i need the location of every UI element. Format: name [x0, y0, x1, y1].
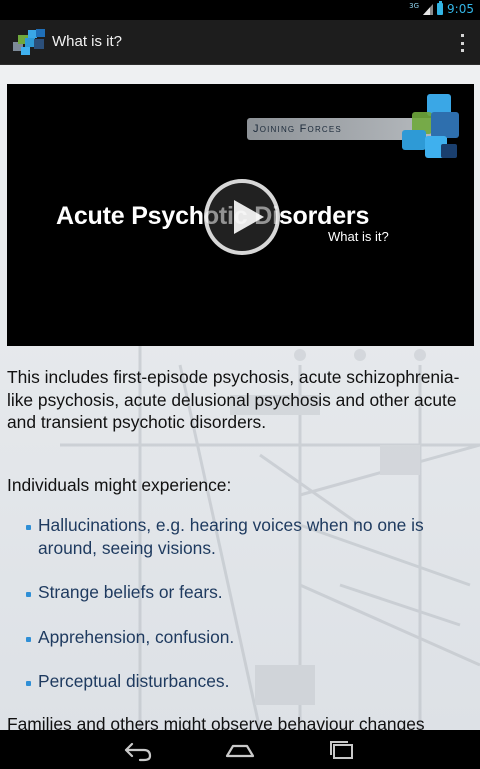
bullet-icon	[26, 525, 31, 530]
list-item: Apprehension, confusion.	[26, 626, 474, 649]
list-item: Perceptual disturbances.	[26, 670, 474, 693]
list-item: Hallucinations, e.g. hearing voices when…	[26, 514, 474, 559]
joining-forces-squares-icon	[402, 94, 459, 158]
clock: 9:05	[447, 2, 474, 16]
screen-title: What is it?	[52, 33, 123, 50]
signal-strength-icon	[423, 3, 434, 15]
battery-icon	[437, 1, 444, 15]
bullet-icon	[26, 681, 31, 686]
list-item-text: Apprehension, confusion.	[38, 626, 235, 647]
back-icon[interactable]	[118, 736, 158, 764]
list-item: Strange beliefs or fears.	[26, 581, 474, 604]
bullet-icon	[26, 592, 31, 597]
navigation-bar	[0, 730, 480, 769]
intro-paragraph: This includes first-episode psychosis, a…	[7, 367, 460, 432]
list-item-text: Hallucinations, e.g. hearing voices when…	[38, 515, 424, 558]
status-icons: 3G 9:05	[409, 1, 474, 16]
joining-forces-logo-icon[interactable]	[12, 28, 46, 56]
symptom-list: Hallucinations, e.g. hearing voices when…	[26, 514, 474, 715]
banner-text: Joining Forces	[253, 123, 342, 135]
video-subtitle: What is it?	[328, 229, 389, 244]
video-player[interactable]: Joining Forces Acute Psychotic Disorders…	[7, 84, 474, 346]
home-icon[interactable]	[220, 736, 260, 764]
outro-paragraph: Families and others might observe behavi…	[7, 714, 425, 730]
play-icon[interactable]	[204, 179, 280, 255]
overflow-menu-icon[interactable]	[458, 32, 466, 54]
lead-paragraph: Individuals might experience:	[7, 475, 232, 495]
status-bar: 3G 9:05	[0, 0, 480, 20]
network-type-label: 3G	[409, 2, 420, 10]
content-scroll[interactable]: Joining Forces Acute Psychotic Disorders…	[0, 65, 480, 730]
recent-apps-icon[interactable]	[322, 736, 362, 764]
list-item-text: Strange beliefs or fears.	[38, 582, 223, 602]
bullet-icon	[26, 636, 31, 642]
action-bar: What is it?	[0, 20, 480, 65]
list-item-text: Perceptual disturbances.	[38, 671, 230, 691]
